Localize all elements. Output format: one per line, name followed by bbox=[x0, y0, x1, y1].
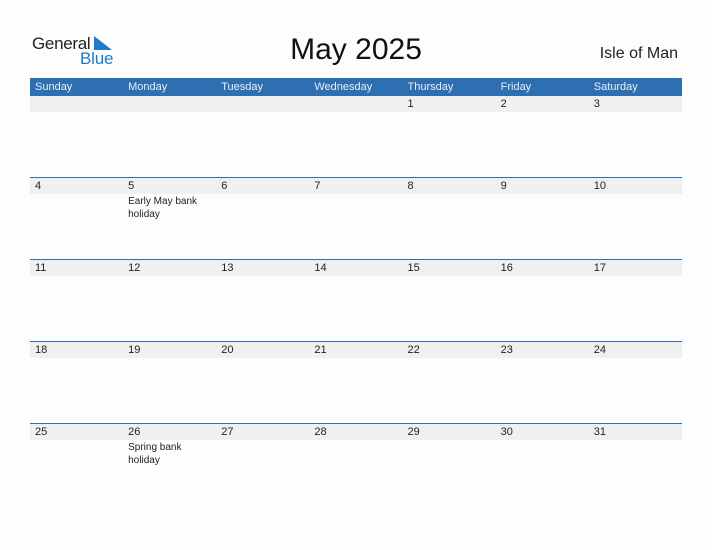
day-cell bbox=[309, 96, 402, 112]
day-cell: 19 bbox=[123, 342, 216, 358]
weekday-friday: Friday bbox=[500, 81, 532, 93]
day-cell: 20 bbox=[216, 342, 309, 358]
day-cell: 24 bbox=[589, 342, 682, 358]
day-cell: 13 bbox=[216, 260, 309, 276]
day-cell: 30 bbox=[496, 424, 589, 467]
week-cells: 25 26 Spring bank holiday 27 28 29 30 31 bbox=[30, 424, 682, 467]
day-number: 31 bbox=[593, 426, 606, 438]
day-number: 11 bbox=[35, 262, 47, 274]
day-cell: 31 bbox=[589, 424, 682, 467]
day-cell: 21 bbox=[309, 342, 402, 358]
week-cells: 18 19 20 21 22 23 24 bbox=[30, 342, 682, 358]
day-number: 12 bbox=[128, 262, 141, 274]
day-number: 7 bbox=[314, 180, 321, 192]
day-number: 8 bbox=[407, 180, 414, 192]
day-cell: 7 bbox=[309, 178, 402, 221]
day-number: 15 bbox=[407, 262, 420, 274]
day-cell: 5 Early May bank holiday bbox=[123, 178, 216, 221]
day-cell: 11 bbox=[30, 260, 123, 276]
day-number: 9 bbox=[500, 180, 507, 192]
day-number: 3 bbox=[593, 98, 600, 110]
day-cell: 10 bbox=[589, 178, 682, 221]
day-cell: 9 bbox=[496, 178, 589, 221]
weekday-tuesday: Tuesday bbox=[221, 81, 264, 93]
weekday-sunday: Sunday bbox=[35, 81, 73, 93]
day-number: 26 bbox=[128, 426, 141, 438]
week-row: 11 12 13 14 15 16 17 bbox=[30, 259, 682, 341]
day-number: 13 bbox=[221, 262, 234, 274]
day-number: 18 bbox=[35, 344, 48, 356]
week-row: 18 19 20 21 22 23 24 bbox=[30, 341, 682, 423]
day-cell: 4 bbox=[30, 178, 123, 221]
weeks-container: 1 2 3 4 5 Early May bank holiday 6 7 8 9 10 11 12 13 1… bbox=[30, 96, 682, 505]
day-number: 23 bbox=[500, 344, 513, 356]
day-number: 5 bbox=[128, 180, 135, 192]
day-cell: 25 bbox=[30, 424, 123, 467]
weekday-header: Sunday Monday Tuesday Wednesday Thursday… bbox=[30, 78, 682, 96]
day-number: 22 bbox=[407, 344, 420, 356]
day-cell: 29 bbox=[403, 424, 496, 467]
day-cell bbox=[30, 96, 123, 112]
day-number: 30 bbox=[500, 426, 513, 438]
day-number: 27 bbox=[221, 426, 234, 438]
day-number: 24 bbox=[593, 344, 606, 356]
day-number bbox=[128, 96, 216, 112]
day-number: 20 bbox=[221, 344, 234, 356]
day-number: 16 bbox=[500, 262, 513, 274]
weekday-wednesday: Wednesday bbox=[314, 81, 373, 93]
day-cell: 15 bbox=[403, 260, 496, 276]
day-cell: 1 bbox=[403, 96, 496, 112]
week-row: 4 5 Early May bank holiday 6 7 8 9 10 bbox=[30, 177, 682, 259]
weekday-saturday: Saturday bbox=[593, 81, 638, 93]
week-row: 1 2 3 bbox=[30, 96, 682, 177]
day-number: 6 bbox=[221, 180, 228, 192]
day-cell: 3 bbox=[589, 96, 682, 112]
day-cell: 18 bbox=[30, 342, 123, 358]
day-cell: 6 bbox=[216, 178, 309, 221]
day-number: 14 bbox=[314, 262, 327, 274]
day-cell: 22 bbox=[403, 342, 496, 358]
day-number: 2 bbox=[500, 98, 507, 110]
day-cell bbox=[216, 96, 309, 112]
day-number: 19 bbox=[128, 344, 141, 356]
day-cell: 26 Spring bank holiday bbox=[123, 424, 216, 467]
day-cell: 2 bbox=[496, 96, 589, 112]
week-cells: 1 2 3 bbox=[30, 96, 682, 112]
day-number: 29 bbox=[407, 426, 420, 438]
day-cell: 14 bbox=[309, 260, 402, 276]
day-cell: 23 bbox=[496, 342, 589, 358]
calendar-grid: Sunday Monday Tuesday Wednesday Thursday… bbox=[30, 78, 682, 505]
day-number: 17 bbox=[593, 262, 606, 274]
weekday-thursday: Thursday bbox=[407, 81, 454, 93]
weekday-monday: Monday bbox=[128, 81, 168, 93]
country-label: Isle of Man bbox=[599, 45, 678, 62]
day-number: 21 bbox=[314, 344, 327, 356]
week-row: 25 26 Spring bank holiday 27 28 29 30 31 bbox=[30, 423, 682, 505]
day-number: 1 bbox=[407, 98, 414, 110]
week-cells: 11 12 13 14 15 16 17 bbox=[30, 260, 682, 276]
day-cell bbox=[123, 96, 216, 112]
day-number bbox=[221, 96, 309, 112]
holiday-label: Spring bank holiday bbox=[128, 442, 182, 466]
day-number: 10 bbox=[593, 180, 606, 192]
day-number: 28 bbox=[314, 426, 327, 438]
day-cell: 8 bbox=[403, 178, 496, 221]
day-number bbox=[35, 96, 123, 112]
day-number bbox=[314, 96, 402, 112]
day-number: 4 bbox=[35, 180, 42, 192]
day-cell: 28 bbox=[309, 424, 402, 467]
day-cell: 16 bbox=[496, 260, 589, 276]
holiday-label: Early May bank holiday bbox=[128, 196, 198, 220]
day-cell: 27 bbox=[216, 424, 309, 467]
week-cells: 4 5 Early May bank holiday 6 7 8 9 10 bbox=[30, 178, 682, 221]
day-number: 25 bbox=[35, 426, 48, 438]
day-cell: 12 bbox=[123, 260, 216, 276]
day-cell: 17 bbox=[589, 260, 682, 276]
